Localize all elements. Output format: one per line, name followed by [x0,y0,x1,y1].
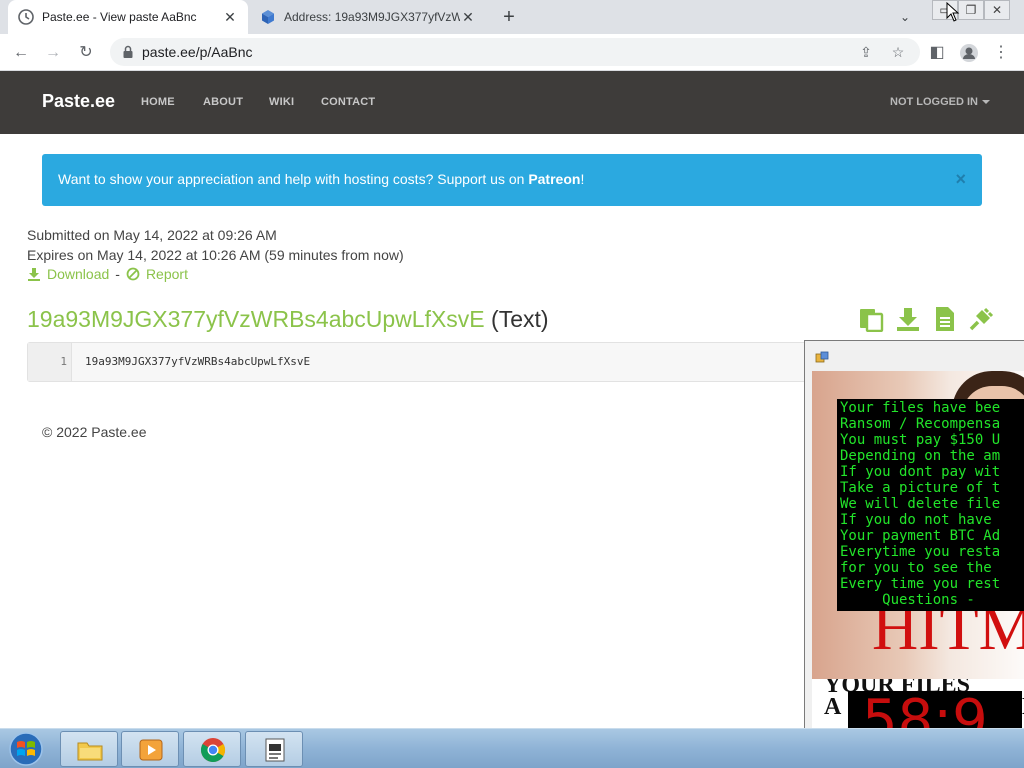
mouse-cursor-icon [946,2,960,22]
code-line: 19a93M9JGX377yfVzWRBs4abcUpwLfXsvE [85,355,311,368]
copy-clipboard-icon[interactable] [858,306,884,332]
paste-key: 19a93M9JGX377yfVzWRBs4abcUpwLfXsvE [27,306,485,332]
url-text: paste.ee/p/AaBnc [142,44,253,60]
paste-actions: Download - Report [27,266,188,282]
raw-file-icon[interactable] [932,306,958,332]
report-link[interactable]: Report [146,266,188,282]
ransom-line: Every time you rest [840,576,1001,592]
site-brand[interactable]: Paste.ee [42,91,115,112]
tab-address[interactable]: Address: 19a93M9JGX377yfVzWRBs4abcUpwLfX… [250,0,486,34]
tab-close-icon[interactable]: ✕ [222,9,238,25]
paste-title: 19a93M9JGX377yfVzWRBs4abcUpwLfXsvE (Text… [27,306,549,333]
download-paste-icon[interactable] [895,306,921,332]
ransom-line: Questions - [840,592,984,608]
share-icon[interactable]: ⇪ [856,42,876,62]
paste-type: (Text) [491,306,549,332]
ransom-line: You must pay $150 U [840,432,1001,448]
alert-text: Want to show your appreciation and help … [58,171,529,187]
caret-down-icon [982,100,990,105]
patreon-alert: Want to show your appreciation and help … [42,154,982,206]
ransom-line: If you dont pay wit [840,464,1001,480]
alert-suffix: ! [580,171,585,187]
lock-icon [123,45,133,58]
window-close-button[interactable]: ✕ [984,0,1010,20]
ransom-bottom-line-2: A [824,694,842,720]
tab-search-chevron-icon[interactable]: ⌄ [896,8,914,26]
separator: - [115,266,120,282]
ransom-line: Everytime you resta [840,544,1001,560]
chrome-icon [200,738,226,763]
paste-ee-favicon-icon [18,9,34,25]
back-arrow-icon[interactable]: ← [8,40,34,66]
profile-avatar-icon[interactable] [956,40,982,66]
bookmark-star-icon[interactable]: ☆ [888,42,908,62]
ransom-line: Take a picture of t [840,480,1001,496]
nav-about[interactable]: ABOUT [203,96,243,108]
browser-toolbar: ← → ↻ paste.ee/p/AaBnc ⇪ ☆ ◧ ⋮ [0,34,1024,71]
nav-wiki[interactable]: WIKI [269,96,294,108]
submitted-date: Submitted on May 14, 2022 at 09:26 AM [27,227,277,243]
windows-start-icon[interactable] [6,730,46,768]
ransom-line: Depending on the am [840,448,1001,464]
side-panel-icon[interactable]: ◧ [924,40,950,66]
screen: Paste.ee - View paste AaBnc ✕ Address: 1… [0,0,1024,768]
browser-menu-icon[interactable]: ⋮ [988,40,1014,66]
ransom-line: We will delete file [840,496,1001,512]
tab-title: Paste.ee - View paste AaBnc [42,10,197,24]
account-label: NOT LOGGED IN [890,96,978,108]
app-window-icon [815,351,829,363]
alert-message: Want to show your appreciation and help … [58,171,584,187]
blockchain-cube-icon [262,10,274,24]
site-navbar: Paste.ee HOME ABOUT WIKI CONTACT NOT LOG… [0,71,1024,134]
ransom-note: Your files have bee Ransom / Recompensa … [837,399,1024,611]
alert-close-button[interactable]: × [955,169,966,190]
document-app-icon [265,738,285,762]
folder-icon [77,742,103,761]
account-dropdown[interactable]: NOT LOGGED IN [890,96,990,108]
ransomware-window[interactable]: HITM Your files have bee Ransom / Recomp… [804,340,1024,741]
patreon-link[interactable]: Patreon [528,171,580,187]
nav-contact[interactable]: CONTACT [321,96,375,108]
reload-icon[interactable]: ↻ [73,40,99,66]
media-player-icon [139,739,163,761]
ransom-titlebar[interactable] [805,341,1024,371]
ransom-line: Your files have bee [840,400,1001,416]
expires-date: Expires on May 14, 2022 at 10:26 AM (59 … [27,247,404,263]
browser-tabstrip: Paste.ee - View paste AaBnc ✕ Address: 1… [0,0,1024,34]
paste-content: 1 19a93M9JGX377yfVzWRBs4abcUpwLfXsvE [27,342,827,382]
tab-close-icon[interactable]: ✕ [460,9,476,25]
taskbar-explorer[interactable] [60,731,118,767]
forward-arrow-icon[interactable]: → [40,40,66,66]
taskbar-chrome[interactable] [183,731,241,767]
download-link[interactable]: Download [47,266,109,282]
ransom-line: Ransom / Recompensa [840,416,1001,432]
address-bar[interactable]: paste.ee/p/AaBnc ⇪ ☆ [110,38,920,66]
tab-title: Address: 19a93M9JGX377yfVzWRBs4abcUpwLfX… [284,10,460,24]
taskbar-ransom-app[interactable] [245,731,303,767]
taskbar [0,728,1024,768]
download-icon [28,268,40,281]
embed-plug-icon[interactable] [968,306,994,332]
maximize-button[interactable]: ❐ [958,0,984,20]
nav-home[interactable]: HOME [141,96,175,108]
ransom-line: for you to see the [840,560,992,576]
ransom-line: Your payment BTC Ad [840,528,1001,544]
report-ban-icon [126,267,140,281]
taskbar-media-player[interactable] [121,731,179,767]
ransom-line: If you do not have [840,512,992,528]
site-footer: © 2022 Paste.ee [42,424,147,440]
new-tab-button[interactable]: + [498,7,520,29]
line-number: 1 [28,343,72,381]
tab-paste-ee[interactable]: Paste.ee - View paste AaBnc ✕ [8,0,248,34]
